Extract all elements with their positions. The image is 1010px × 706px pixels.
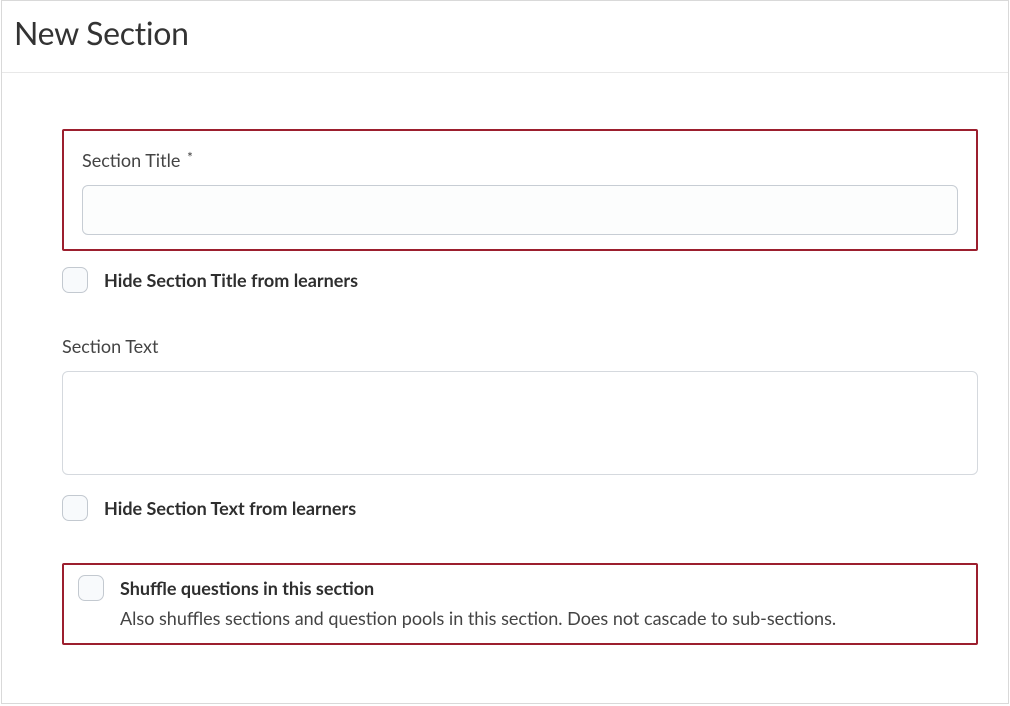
form-content: Section Title * Hide Section Title from … (2, 73, 1008, 675)
shuffle-help-text: Also shuffles sections and question pool… (120, 607, 836, 629)
section-title-input[interactable] (82, 185, 958, 235)
required-asterisk: * (187, 149, 193, 166)
hide-title-checkbox[interactable] (62, 267, 88, 293)
hide-text-row: Hide Section Text from learners (62, 495, 978, 521)
hide-title-row: Hide Section Title from learners (62, 267, 978, 293)
hide-title-label[interactable]: Hide Section Title from learners (104, 267, 358, 293)
section-text-label: Section Text (62, 335, 978, 357)
header: New Section (2, 1, 1008, 73)
shuffle-body: Shuffle questions in this section Also s… (120, 575, 836, 629)
hide-text-checkbox[interactable] (62, 495, 88, 521)
shuffle-label[interactable]: Shuffle questions in this section (120, 575, 836, 601)
shuffle-highlight: Shuffle questions in this section Also s… (62, 563, 978, 645)
shuffle-checkbox[interactable] (78, 575, 104, 601)
shuffle-row: Shuffle questions in this section Also s… (78, 575, 962, 629)
page-title: New Section (14, 13, 992, 52)
section-title-label-text: Section Title (82, 149, 180, 171)
section-text-input[interactable] (62, 371, 978, 475)
section-text-block: Section Text Hide Section Text from lear… (62, 335, 978, 521)
new-section-window: New Section Section Title * Hide Section… (1, 0, 1009, 704)
section-title-label: Section Title * (82, 149, 958, 171)
hide-text-label[interactable]: Hide Section Text from learners (104, 495, 356, 521)
section-title-highlight: Section Title * (62, 129, 978, 251)
